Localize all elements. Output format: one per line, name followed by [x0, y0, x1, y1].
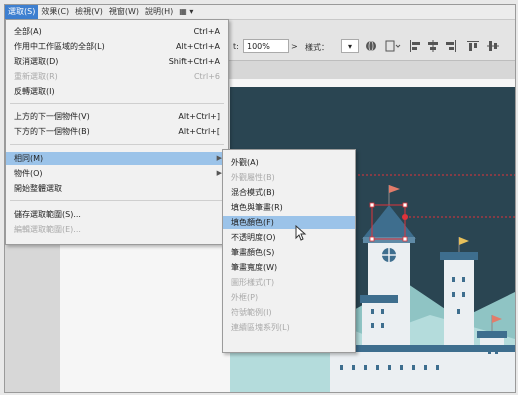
menu-item-start-global-edit[interactable]: 開始整體選取 — [6, 182, 228, 195]
menu-item-next-object-above[interactable]: 上方的下一個物件(V) Alt+Ctrl+] — [6, 110, 228, 123]
cursor-icon — [295, 225, 307, 241]
menu-divider — [10, 200, 224, 201]
menu-window[interactable]: 視窗(W) — [106, 5, 142, 19]
align-right-icon[interactable] — [445, 40, 457, 52]
menu-view[interactable]: 檢視(V) — [72, 5, 106, 19]
same-submenu: 外觀(A) 外觀屬性(B) 混合模式(B) 填色與筆畫(R) 填色顏色(F) 不… — [222, 149, 356, 353]
menu-item-same[interactable]: 相同(M) ▶ — [6, 152, 228, 165]
submenu-item-stroke-weight[interactable]: 筆畫寬度(W) — [223, 261, 355, 274]
submenu-item-blending-mode[interactable]: 混合模式(B) — [223, 186, 355, 199]
menu-effect[interactable]: 效果(C) — [38, 5, 72, 19]
align-center-icon[interactable] — [427, 40, 439, 52]
menu-item-next-object-below[interactable]: 下方的下一個物件(B) Alt+Ctrl+[ — [6, 125, 228, 138]
submenu-item-opacity[interactable]: 不透明度(O) — [223, 231, 355, 244]
menu-item-select-all-artboard[interactable]: 作用中工作區域的全部(L) Alt+Ctrl+A — [6, 40, 228, 53]
chevron-right-icon[interactable]: > — [291, 42, 298, 51]
submenu-item-shape[interactable]: 外框(P) — [223, 291, 355, 304]
menu-bar: 選取(S) 效果(C) 檢視(V) 視窗(W) 說明(H) ▦ ▾ — [5, 5, 515, 20]
submenu-item-fill-color[interactable]: 填色顏色(F) — [223, 216, 355, 229]
submenu-item-stroke-color[interactable]: 筆畫顏色(S) — [223, 246, 355, 259]
menu-item-object[interactable]: 物件(O) ▶ — [6, 167, 228, 180]
align-top-icon[interactable] — [467, 40, 479, 52]
align-left-icon[interactable] — [409, 40, 421, 52]
menu-divider — [10, 144, 224, 145]
submenu-item-link-block-series[interactable]: 連續區塊系列(L) — [223, 321, 355, 334]
menu-help[interactable]: 說明(H) — [142, 5, 176, 19]
opacity-label: t: — [233, 42, 239, 51]
menu-item-select-all[interactable]: 全部(A) Ctrl+A — [6, 25, 228, 38]
menu-divider — [10, 103, 224, 104]
workspace-switcher-icon[interactable]: ▦ ▾ — [176, 5, 196, 19]
submenu-item-appearance[interactable]: 外觀(A) — [223, 156, 355, 169]
document-icon[interactable] — [385, 40, 401, 52]
submenu-item-graphic-style[interactable]: 圖形樣式(T) — [223, 276, 355, 289]
opacity-input[interactable]: 100% — [243, 39, 289, 53]
align-middle-icon[interactable] — [487, 40, 499, 52]
submenu-item-fill-stroke[interactable]: 填色與筆畫(R) — [223, 201, 355, 214]
select-menu: 全部(A) Ctrl+A 作用中工作區域的全部(L) Alt+Ctrl+A 取消選取… — [5, 19, 229, 245]
menu-item-save-selection[interactable]: 儲存選取範圍(S)... — [6, 208, 228, 221]
app-window: 選取(S) 效果(C) 檢視(V) 視窗(W) 說明(H) ▦ ▾ t: 100… — [4, 4, 516, 393]
menu-select[interactable]: 選取(S) — [5, 5, 39, 19]
style-dropdown[interactable]: ▾ — [341, 39, 359, 53]
menu-item-edit-selection[interactable]: 編輯選取範圍(E)... — [6, 223, 228, 236]
submenu-item-symbol-instance[interactable]: 符號範例(I) — [223, 306, 355, 319]
style-label: 樣式： — [305, 43, 329, 52]
menu-item-inverse[interactable]: 反轉選取(I) — [6, 85, 228, 98]
globe-icon[interactable] — [365, 40, 377, 52]
menu-item-reselect[interactable]: 重新選取(R) Ctrl+6 — [6, 70, 228, 83]
menu-item-deselect[interactable]: 取消選取(D) Shift+Ctrl+A — [6, 55, 228, 68]
submenu-item-appearance-attribute[interactable]: 外觀屬性(B) — [223, 171, 355, 184]
